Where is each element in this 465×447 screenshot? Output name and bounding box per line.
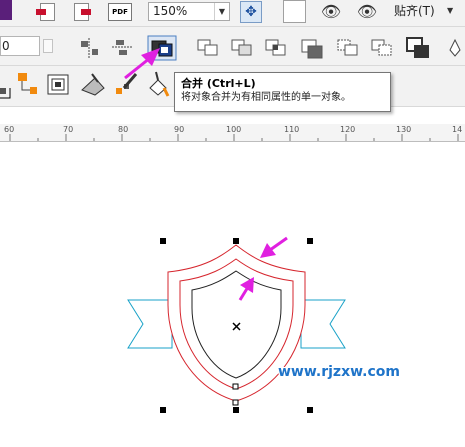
- node-handle[interactable]: [232, 383, 239, 390]
- right-ribbon[interactable]: [300, 299, 346, 349]
- watermark: www.rjzxw.com: [278, 364, 400, 380]
- left-ribbon[interactable]: [127, 299, 173, 349]
- node-handle[interactable]: [232, 399, 239, 406]
- annotation-arrow: [260, 236, 288, 258]
- annotation-arrow: [124, 48, 160, 80]
